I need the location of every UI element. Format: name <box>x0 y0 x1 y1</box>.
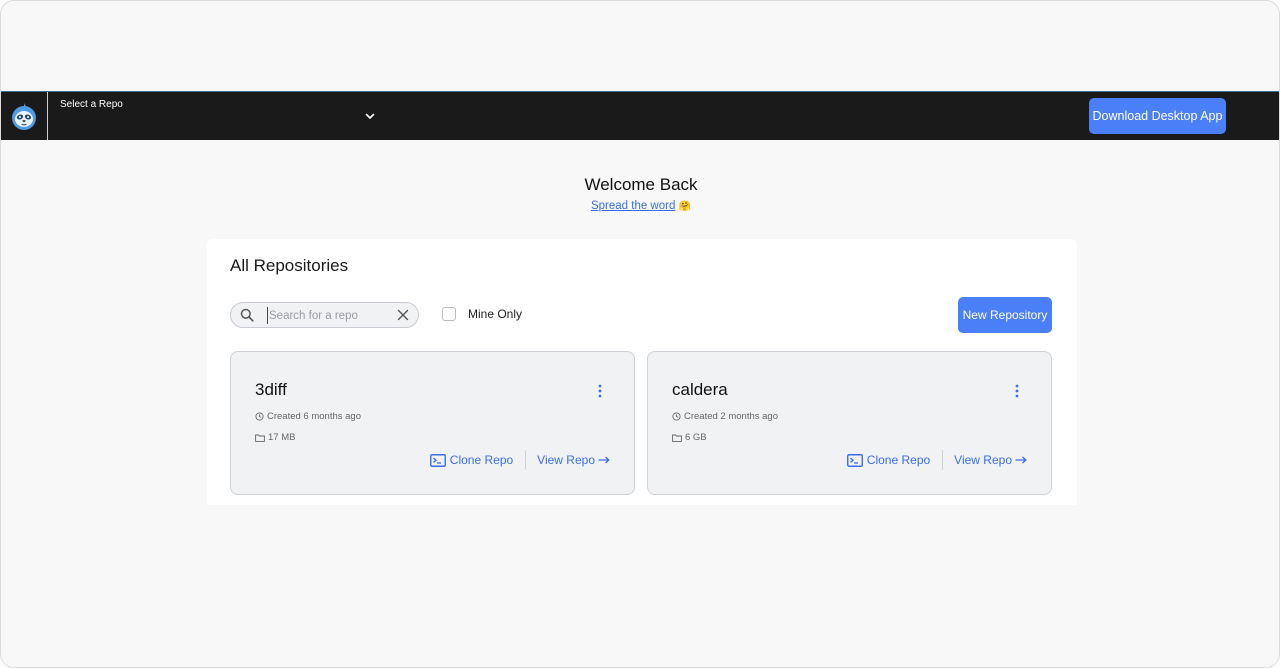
view-repo-link[interactable]: View Repo <box>537 453 610 467</box>
repo-created: Created 2 months ago <box>672 411 778 422</box>
clock-icon <box>255 412 264 421</box>
repo-created: Created 6 months ago <box>255 411 361 422</box>
sloth-logo-icon <box>12 103 36 130</box>
folder-icon <box>255 434 265 442</box>
clone-repo-button[interactable]: Clone Repo <box>429 453 513 467</box>
action-divider <box>942 450 944 470</box>
spread-the-word: Spread the word 🤗 <box>1 200 1279 212</box>
new-repository-button[interactable]: New Repository <box>958 297 1052 333</box>
repo-actions: Clone Repo View Repo <box>846 450 1027 470</box>
search-input[interactable] <box>267 307 387 324</box>
search-box <box>230 302 419 328</box>
app-logo[interactable] <box>1 92 48 140</box>
folder-icon <box>672 434 682 442</box>
view-repo-link[interactable]: View Repo <box>954 453 1027 467</box>
repo-card[interactable]: 3diff Created 6 months ago 17 MB Clone R… <box>230 351 635 495</box>
repo-select-label: Select a Repo <box>60 99 123 110</box>
repositories-panel: All Repositories Mine Only New Repositor… <box>207 239 1077 505</box>
repo-card[interactable]: caldera Created 2 months ago 6 GB Clone … <box>647 351 1052 495</box>
more-options-icon[interactable] <box>597 383 603 399</box>
action-divider <box>525 450 527 470</box>
terminal-icon <box>846 453 863 467</box>
chevron-down-icon <box>365 113 375 119</box>
clone-repo-button[interactable]: Clone Repo <box>846 453 930 467</box>
panel-title: All Repositories <box>230 256 349 275</box>
mine-only-checkbox[interactable] <box>442 307 456 321</box>
mine-only-label: Mine Only <box>468 307 523 321</box>
arrow-right-icon <box>598 456 610 464</box>
clock-icon <box>672 412 681 421</box>
app-window: Select a Repo Download Desktop App Welco… <box>0 0 1280 668</box>
mine-only-filter[interactable]: Mine Only <box>442 307 522 321</box>
download-desktop-app-button[interactable]: Download Desktop App <box>1089 98 1226 134</box>
repo-name[interactable]: 3diff <box>255 380 287 400</box>
terminal-icon <box>429 453 446 467</box>
repo-actions: Clone Repo View Repo <box>429 450 610 470</box>
hugging-face-emoji: 🤗 <box>678 201 692 212</box>
top-navbar: Select a Repo Download Desktop App <box>1 91 1279 140</box>
spread-the-word-link[interactable]: Spread the word <box>591 200 675 212</box>
repo-select-dropdown[interactable]: Select a Repo <box>49 92 381 140</box>
more-options-icon[interactable] <box>1014 383 1020 399</box>
welcome-title: Welcome Back <box>584 175 698 194</box>
repo-size: 17 MB <box>255 432 295 443</box>
arrow-right-icon <box>1015 456 1027 464</box>
repo-size: 6 GB <box>672 432 707 443</box>
search-icon <box>240 308 254 322</box>
clear-search-icon[interactable] <box>397 309 409 321</box>
repo-name[interactable]: caldera <box>672 380 728 400</box>
